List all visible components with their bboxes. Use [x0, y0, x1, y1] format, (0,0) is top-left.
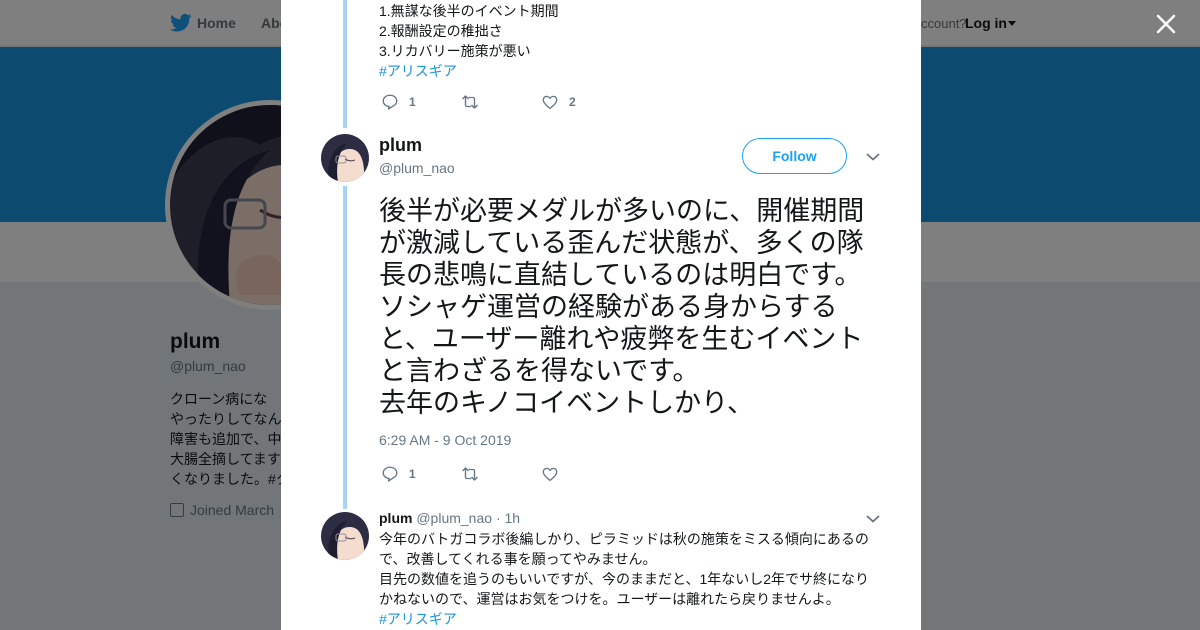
- thread-line: [343, 186, 347, 509]
- reply-icon: [382, 466, 398, 482]
- close-icon[interactable]: [1155, 13, 1177, 35]
- follow-button[interactable]: Follow: [742, 138, 847, 174]
- retweet-button[interactable]: [461, 464, 479, 484]
- retweet-button[interactable]: [461, 92, 479, 112]
- hashtag-link[interactable]: #アリスギア: [379, 609, 879, 629]
- avatar-illustration: [321, 512, 369, 560]
- list-item: 2.報酬設定の稚拙さ: [379, 23, 503, 39]
- reply-author-name[interactable]: plum: [379, 510, 412, 526]
- reply-count: 1: [409, 95, 416, 109]
- list-item: 1.無謀な後半のイベント期間: [379, 3, 559, 19]
- previous-tweet-text: 1.無謀な後半のイベント期間 2.報酬設定の稚拙さ 3.リカバリー施策が悪い #…: [379, 1, 559, 81]
- reply-time[interactable]: · 1h: [496, 510, 520, 526]
- avatar-illustration: [321, 134, 369, 182]
- reply-text: 今年のバトガコラボ後編しかり、ピラミッドは秋の施策をミスる傾向にあるので、改善し…: [379, 529, 879, 629]
- avatar[interactable]: [321, 134, 369, 182]
- reply-paragraph: 目先の数値を追うのもいいですが、今のままだと、1年ないし2年でサ終になりかねない…: [379, 571, 870, 607]
- thread-line: [343, 0, 347, 128]
- reply-author-handle[interactable]: @plum_nao: [416, 510, 492, 526]
- tweet-modal: 1.無謀な後半のイベント期間 2.報酬設定の稚拙さ 3.リカバリー施策が悪い #…: [281, 0, 921, 630]
- chevron-down-icon[interactable]: [866, 514, 880, 524]
- like-button[interactable]: 2: [541, 92, 576, 112]
- retweet-icon: [462, 95, 478, 109]
- reply-count: 1: [409, 467, 416, 481]
- heart-icon: [542, 467, 558, 482]
- hashtag-link[interactable]: #アリスギア: [379, 61, 559, 81]
- like-count: 2: [569, 95, 576, 109]
- like-button[interactable]: [541, 464, 559, 484]
- chevron-down-icon[interactable]: [866, 152, 880, 162]
- tweet-timestamp[interactable]: 6:29 AM - 9 Oct 2019: [379, 432, 511, 448]
- reply-button[interactable]: 1: [381, 92, 416, 112]
- tweet-text: 後半が必要メダルが多いのに、開催期間が激減している歪んだ状態が、多くの隊長の悲鳴…: [379, 196, 865, 418]
- heart-icon: [542, 95, 558, 110]
- avatar[interactable]: [321, 512, 369, 560]
- retweet-icon: [462, 467, 478, 481]
- reply-paragraph: 今年のバトガコラボ後編しかり、ピラミッドは秋の施策をミスる傾向にあるので、改善し…: [379, 531, 869, 567]
- reply-button[interactable]: 1: [381, 464, 416, 484]
- author-name[interactable]: plum: [379, 135, 422, 156]
- author-handle[interactable]: @plum_nao: [379, 160, 455, 176]
- reply-icon: [382, 94, 398, 110]
- list-item: 3.リカバリー施策が悪い: [379, 43, 531, 59]
- reply-header: plum @plum_nao · 1h: [379, 510, 520, 526]
